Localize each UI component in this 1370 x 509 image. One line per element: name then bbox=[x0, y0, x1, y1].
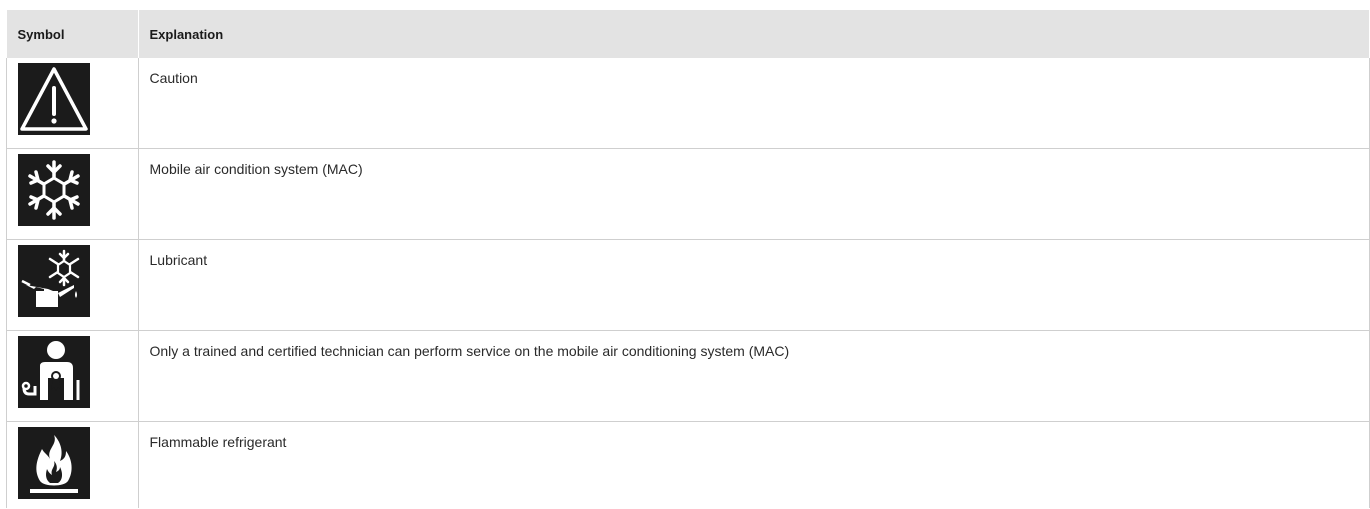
explanation-cell: Caution bbox=[138, 58, 1370, 149]
symbol-cell bbox=[6, 330, 139, 422]
symbol-cell bbox=[6, 239, 139, 331]
explanation-cell: Lubricant bbox=[138, 239, 1370, 331]
snowflake-icon bbox=[18, 154, 90, 226]
symbol-cell bbox=[6, 58, 139, 149]
symbol-column-header: Symbol bbox=[6, 10, 139, 58]
symbols-table: Symbol Explanation Caution Mobile air co… bbox=[6, 10, 1370, 508]
certified-technician-icon bbox=[18, 336, 90, 408]
symbols-table-container: Symbol Explanation Caution Mobile air co… bbox=[6, 10, 1370, 508]
explanation-cell: Flammable refrigerant bbox=[138, 421, 1370, 508]
flame-icon bbox=[18, 427, 90, 499]
table-header-row: Symbol Explanation bbox=[6, 10, 1370, 58]
table-row: Mobile air condition system (MAC) bbox=[6, 148, 1370, 240]
explanation-cell: Mobile air condition system (MAC) bbox=[138, 148, 1370, 240]
table-row: Only a trained and certified technician … bbox=[6, 330, 1370, 422]
explanation-cell: Only a trained and certified technician … bbox=[138, 330, 1370, 422]
symbol-cell bbox=[6, 148, 139, 240]
table-row: Flammable refrigerant bbox=[6, 421, 1370, 508]
caution-triangle-icon bbox=[18, 63, 90, 135]
table-row: Caution bbox=[6, 58, 1370, 149]
table-row: Lubricant bbox=[6, 239, 1370, 331]
oil-can-snowflake-icon bbox=[18, 245, 90, 317]
explanation-column-header: Explanation bbox=[138, 10, 1370, 58]
symbol-cell bbox=[6, 421, 139, 508]
